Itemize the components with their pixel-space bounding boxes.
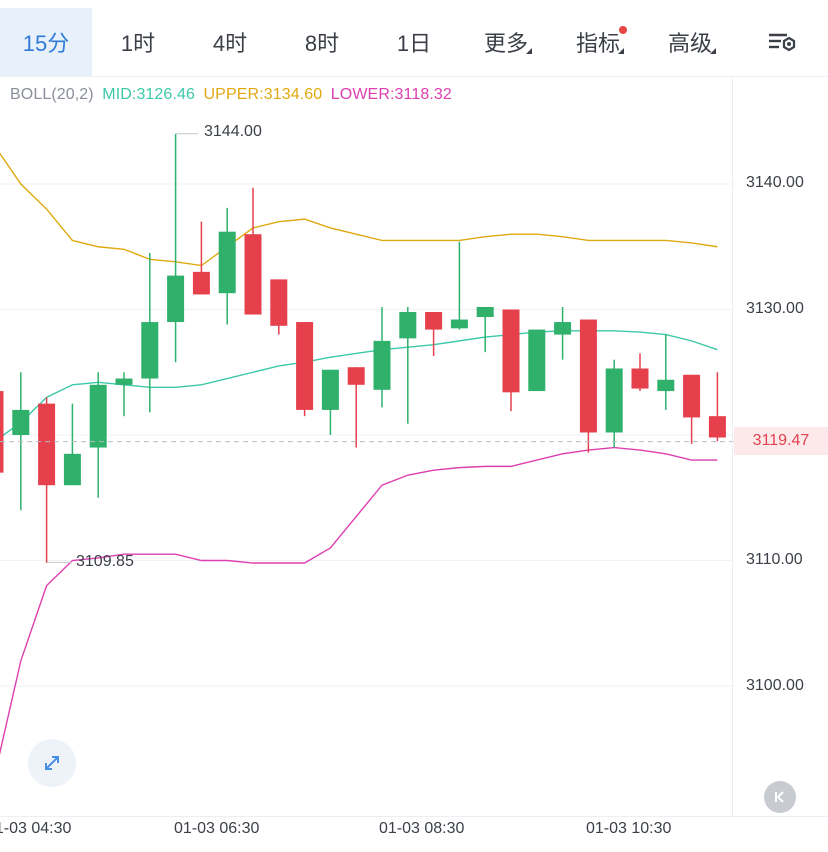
candle-body <box>89 384 107 448</box>
candle-body <box>0 391 4 473</box>
candle-body <box>502 309 520 393</box>
current-price-value: 3119.47 <box>752 432 810 449</box>
candle-body <box>476 306 494 318</box>
x-tick-label: 01-03 10:30 <box>586 820 672 837</box>
candle-body <box>218 231 236 294</box>
y-tick-label: 3130.00 <box>746 300 804 317</box>
candle-body <box>244 234 262 315</box>
candle-body <box>167 275 185 323</box>
candle-body <box>38 403 56 486</box>
scroll-to-latest-button[interactable] <box>764 781 796 813</box>
expand-icon <box>45 756 59 770</box>
candle-body <box>579 319 597 433</box>
price-axis-divider <box>732 76 733 816</box>
low-price-label: 3109.85 <box>76 553 134 570</box>
candle-body <box>631 368 649 389</box>
candle-body <box>192 271 210 295</box>
candle-body <box>373 340 391 390</box>
boll-upper-line <box>0 152 718 267</box>
candle-body <box>708 416 726 438</box>
candle-body <box>554 322 572 335</box>
candle-body <box>528 329 546 392</box>
fullscreen-button[interactable] <box>28 739 76 787</box>
candle-body <box>605 368 623 433</box>
candle-body <box>12 409 30 435</box>
candle-body <box>270 279 288 326</box>
candle-body <box>296 322 314 410</box>
candle-body <box>657 379 675 392</box>
y-tick-label: 3110.00 <box>746 551 803 568</box>
current-price-tag: 3119.47 <box>734 427 828 455</box>
candle-body <box>141 322 159 379</box>
candlestick-chart[interactable] <box>0 0 828 852</box>
candle-body <box>63 453 81 486</box>
skip-to-end-icon <box>775 791 784 803</box>
candle-body <box>321 369 339 410</box>
x-tick-label: 01-03 04:30 <box>0 820 72 837</box>
candle-body <box>115 378 133 385</box>
candle-body <box>683 374 701 418</box>
boll-lower-line <box>0 446 718 756</box>
candle-body <box>399 312 417 339</box>
y-tick-label: 3140.00 <box>746 174 804 191</box>
candle-body <box>425 312 443 330</box>
x-tick-label: 01-03 06:30 <box>174 820 260 837</box>
candle-body <box>347 367 365 385</box>
x-tick-label: 01-03 08:30 <box>379 820 465 837</box>
high-price-label: 3144.00 <box>204 123 262 140</box>
time-axis-divider <box>0 816 828 817</box>
y-tick-label: 3100.00 <box>746 677 804 694</box>
candle-body <box>450 319 468 329</box>
